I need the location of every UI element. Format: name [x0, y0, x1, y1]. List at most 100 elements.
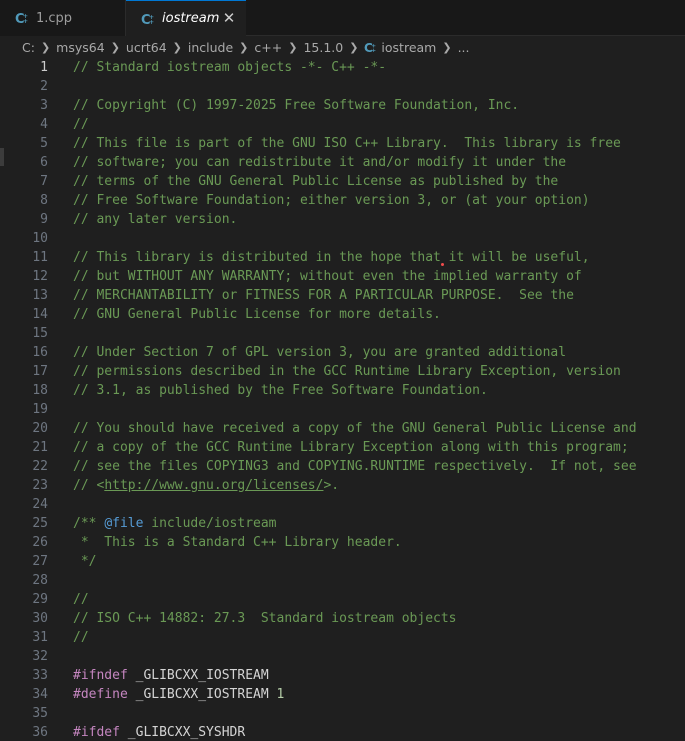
- line-number: 31: [32, 630, 48, 645]
- macro-name: _GLIBCXX_SYSHDR: [119, 725, 246, 740]
- code-line[interactable]: 30 // ISO C++ 14882: 27.3 Standard iostre…: [0, 609, 685, 628]
- line-number: 17: [32, 364, 48, 379]
- cpp-file-icon: C + +: [15, 12, 28, 25]
- tab-label: 1.cpp: [36, 10, 73, 26]
- line-code: // MERCHANTABILITY or FITNESS FOR A PART…: [73, 288, 574, 303]
- line-number: 2: [40, 79, 48, 94]
- code-line[interactable]: 18 // 3.1, as published by the Free Softw…: [0, 381, 685, 400]
- line-number: 8: [40, 193, 48, 208]
- code-line[interactable]: 11 // This library is distributed in the …: [0, 248, 685, 267]
- code-line[interactable]: 25 /** @file include/iostream: [0, 514, 685, 533]
- code-line[interactable]: 12 // but WITHOUT ANY WARRANTY; without e…: [0, 267, 685, 286]
- code-line[interactable]: 2: [0, 77, 685, 96]
- line-code: * This is a Standard C++ Library header.: [73, 535, 402, 550]
- code-line[interactable]: 33 #ifndef _GLIBCXX_IOSTREAM: [0, 666, 685, 685]
- line-code: */: [73, 554, 97, 569]
- line-code: // GNU General Public License for more d…: [73, 307, 441, 322]
- svg-text:+: +: [23, 18, 28, 25]
- line-number: 30: [32, 611, 48, 626]
- cursor-marker: [441, 263, 444, 266]
- code-line[interactable]: 24: [0, 495, 685, 514]
- line-code: // 3.1, as published by the Free Softwar…: [73, 383, 488, 398]
- code-line[interactable]: 31 //: [0, 628, 685, 647]
- line-code: // This library is distributed in the ho…: [73, 250, 590, 265]
- line-code: // but WITHOUT ANY WARRANTY; without eve…: [73, 269, 582, 284]
- code-line[interactable]: 4 //: [0, 115, 685, 134]
- code-line[interactable]: 9 // any later version.: [0, 210, 685, 229]
- line-number: 28: [32, 573, 48, 588]
- line-code: // Free Software Foundation; either vers…: [73, 193, 590, 208]
- line-number: 34: [32, 687, 48, 702]
- line-number: 7: [40, 174, 48, 189]
- tab-1-cpp[interactable]: C + + 1.cpp: [0, 0, 126, 36]
- code-line[interactable]: 10: [0, 229, 685, 248]
- breadcrumb-version[interactable]: 15.1.0: [303, 40, 343, 55]
- code-line[interactable]: 34 #define _GLIBCXX_IOSTREAM 1: [0, 685, 685, 704]
- code-line[interactable]: 8 // Free Software Foundation; either ver…: [0, 191, 685, 210]
- code-line[interactable]: 35: [0, 704, 685, 723]
- code-editor[interactable]: 1 // Standard iostream objects -*- C++ -*…: [0, 58, 685, 741]
- breadcrumb-cpp[interactable]: c++: [254, 40, 282, 55]
- breadcrumb-msys64[interactable]: msys64: [56, 40, 105, 55]
- code-line[interactable]: 14 // GNU General Public License for more…: [0, 305, 685, 324]
- code-line[interactable]: 22 // see the files COPYING3 and COPYING.…: [0, 457, 685, 476]
- code-line[interactable]: 26 * This is a Standard C++ Library head…: [0, 533, 685, 552]
- line-number: 11: [32, 250, 48, 265]
- doc-tag: @file: [104, 516, 144, 531]
- code-line[interactable]: 19: [0, 400, 685, 419]
- breadcrumb-file[interactable]: iostream: [381, 40, 436, 55]
- number-literal: 1: [276, 687, 285, 702]
- preprocessor-directive: #define: [73, 687, 128, 702]
- code-line[interactable]: 20 // You should have received a copy of …: [0, 419, 685, 438]
- line-number: 27: [32, 554, 48, 569]
- code-line[interactable]: 13 // MERCHANTABILITY or FITNESS FOR A PA…: [0, 286, 685, 305]
- line-number: 10: [32, 231, 48, 246]
- code-line[interactable]: 21 // a copy of the GCC Runtime Library E…: [0, 438, 685, 457]
- code-line[interactable]: 16 // Under Section 7 of GPL version 3, y…: [0, 343, 685, 362]
- tab-iostream[interactable]: C + + iostream ✕: [126, 0, 246, 36]
- line-number: 24: [32, 497, 48, 512]
- cpp-file-icon: C + +: [141, 13, 154, 26]
- chevron-right-icon: ❯: [172, 40, 182, 54]
- line-number: 4: [40, 117, 48, 132]
- line-code: // permissions described in the GCC Runt…: [73, 364, 621, 379]
- line-number: 35: [32, 706, 48, 721]
- code-line[interactable]: 28: [0, 571, 685, 590]
- code-line[interactable]: 27 */: [0, 552, 685, 571]
- chevron-right-icon: ❯: [239, 40, 249, 54]
- line-number: 6: [40, 155, 48, 170]
- code-line[interactable]: 32: [0, 647, 685, 666]
- line-code: /** @file include/iostream: [73, 514, 277, 533]
- code-line[interactable]: 6 // software; you can redistribute it an…: [0, 153, 685, 172]
- code-line[interactable]: 3 // Copyright (C) 1997-2025 Free Softwar…: [0, 96, 685, 115]
- close-tab-icon[interactable]: ✕: [221, 10, 237, 26]
- license-link[interactable]: http://www.gnu.org/licenses/: [104, 478, 323, 493]
- line-code: // Under Section 7 of GPL version 3, you…: [73, 345, 567, 360]
- code-line[interactable]: 7 // terms of the GNU General Public Lice…: [0, 172, 685, 191]
- preprocessor-directive: #ifndef: [73, 668, 128, 683]
- code-line[interactable]: 23 // <http://www.gnu.org/licenses/>.: [0, 476, 685, 495]
- line-number: 18: [32, 383, 48, 398]
- breadcrumb-symbol[interactable]: ...: [458, 40, 470, 55]
- line-code: // software; you can redistribute it and…: [73, 155, 567, 170]
- line-code: // any later version.: [73, 212, 238, 227]
- line-code: // see the files COPYING3 and COPYING.RU…: [73, 459, 637, 474]
- macro-name: _GLIBCXX_IOSTREAM: [127, 668, 269, 683]
- comment-text: /**: [73, 516, 105, 531]
- breadcrumb-drive[interactable]: C:: [22, 40, 35, 55]
- breadcrumb-include[interactable]: include: [188, 40, 233, 55]
- chevron-right-icon: ❯: [442, 40, 452, 54]
- code-line[interactable]: 36 #ifdef _GLIBCXX_SYSHDR: [0, 723, 685, 741]
- code-line[interactable]: 1 // Standard iostream objects -*- C++ -*…: [0, 58, 685, 77]
- preprocessor-directive: #ifdef: [73, 725, 120, 740]
- code-line[interactable]: 29 //: [0, 590, 685, 609]
- comment-text: include/iostream: [143, 516, 277, 531]
- breadcrumb-ucrt64[interactable]: ucrt64: [126, 40, 167, 55]
- line-code: // a copy of the GCC Runtime Library Exc…: [73, 440, 629, 455]
- line-code: // ISO C++ 14882: 27.3 Standard iostream…: [73, 611, 457, 626]
- code-line[interactable]: 15: [0, 324, 685, 343]
- editor-tab-bar: C + + 1.cpp C + + iostream ✕: [0, 0, 685, 36]
- code-line[interactable]: 17 // permissions described in the GCC Ru…: [0, 362, 685, 381]
- code-line[interactable]: 5 // This file is part of the GNU ISO C++…: [0, 134, 685, 153]
- breadcrumb: C: ❯ msys64 ❯ ucrt64 ❯ include ❯ c++ ❯ 1…: [0, 36, 685, 58]
